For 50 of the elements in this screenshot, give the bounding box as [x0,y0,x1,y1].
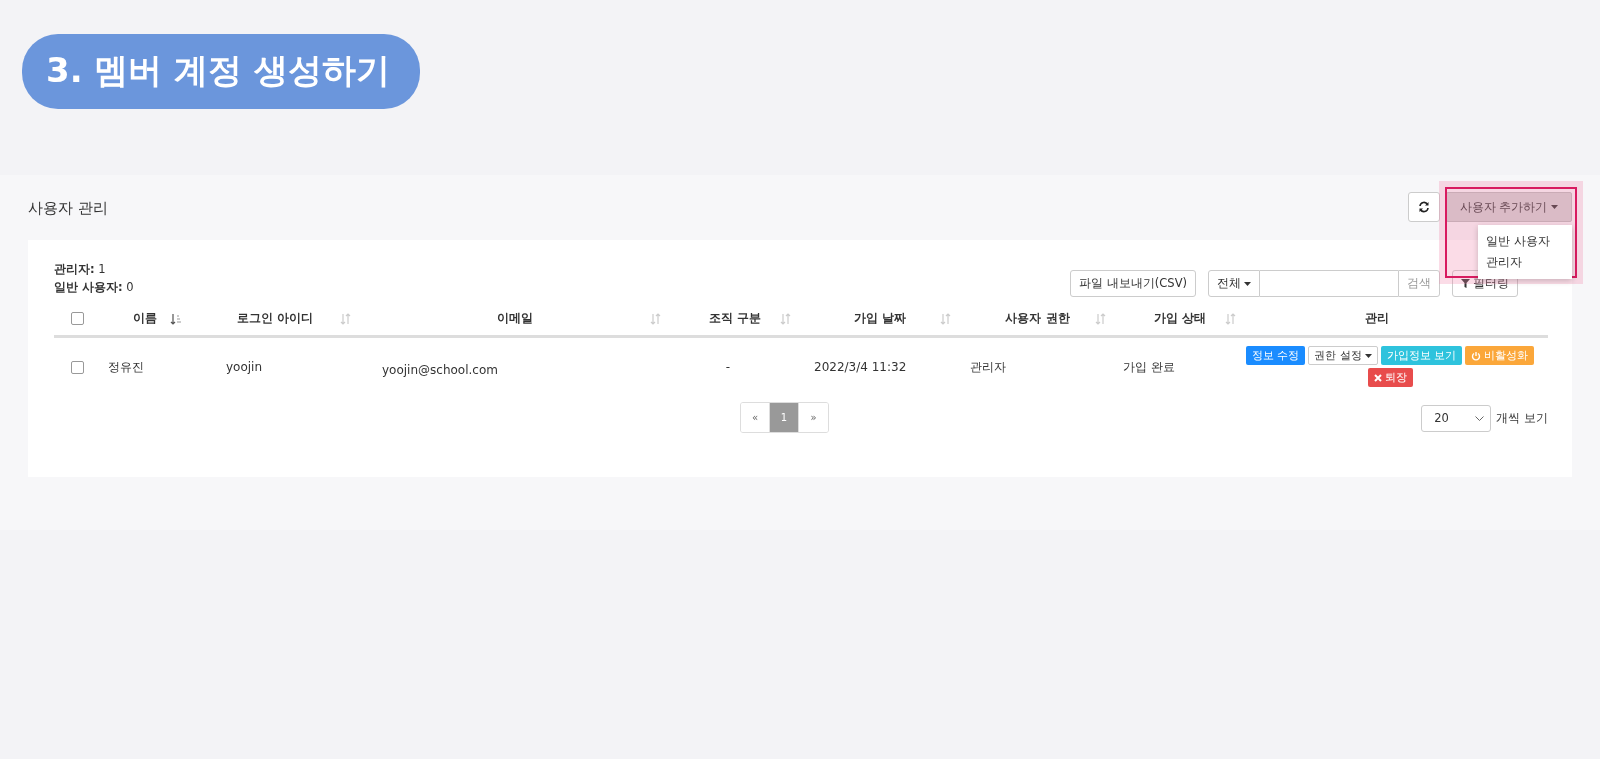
export-button[interactable]: 파일 내보내기(CSV) [1070,270,1196,297]
summary-label: 일반 사용자: [54,280,123,294]
sort-icon[interactable] [340,313,352,325]
table-cell: yoojin [226,360,263,374]
scope-dropdown[interactable]: 전체 [1208,270,1260,297]
add-user-dropdown[interactable]: 사용자 추가하기 [1446,192,1572,222]
page-size-select[interactable]: 20 [1421,404,1492,432]
row-checkbox[interactable] [70,360,84,374]
action-button[interactable]: 권한 설정 [1308,346,1378,365]
table-cell: 가입 완료 [1123,359,1175,374]
table-cell: 관리자 [970,359,1006,374]
sort-icon[interactable] [1095,313,1107,325]
sort-icon[interactable] [1225,313,1237,325]
column-header[interactable]: 조직 구분 [708,309,762,327]
column-header[interactable]: 가입 날짜 [853,309,907,327]
search-field[interactable] [1260,270,1398,297]
page-size-label: 개씩 보기 [1496,409,1548,427]
section-title: 3. 멤버 계정 생성하기 [22,34,421,109]
menu-item[interactable]: 관리자 [1478,252,1572,273]
caret-icon [1244,281,1251,286]
filter-icon [1461,279,1470,288]
column-header[interactable]: 로그인 아이디 [236,309,314,327]
column-header[interactable]: 이름 [133,309,157,327]
table-cell: 2022/3/4 11:32 [814,360,907,374]
power-icon [1471,350,1482,361]
sort-icon[interactable] [650,313,662,325]
table-cell: - [725,360,731,374]
table-cell: 정유진 [108,359,144,374]
column-header[interactable]: 사용자 권한 [1005,309,1070,327]
action-button[interactable]: 퇴장 [1367,368,1413,387]
page-title: 사용자 관리 [28,197,109,218]
summary-label: 관리자: [54,262,95,276]
sort-icon[interactable] [940,313,952,325]
select-all-checkbox[interactable] [70,311,84,325]
refresh-icon [1418,201,1430,213]
chevron-down-icon [1475,415,1485,421]
close-icon [1373,373,1382,382]
caret-icon [1551,205,1559,209]
summary-value: 0 [126,280,134,294]
summary-value: 1 [98,262,106,276]
page-button[interactable]: « [741,403,770,432]
table-cell: yoojin@school.com [382,363,498,377]
refresh-button[interactable] [1408,192,1440,222]
menu-item[interactable]: 일반 사용자 [1478,231,1572,252]
column-header[interactable]: 관리 [1364,309,1389,327]
column-header[interactable]: 이메일 [497,309,533,327]
column-header[interactable]: 가입 상태 [1153,309,1207,327]
sort-icon[interactable] [780,313,792,325]
sort-ascending-icon[interactable] [170,313,182,325]
caret-icon [1364,353,1372,358]
